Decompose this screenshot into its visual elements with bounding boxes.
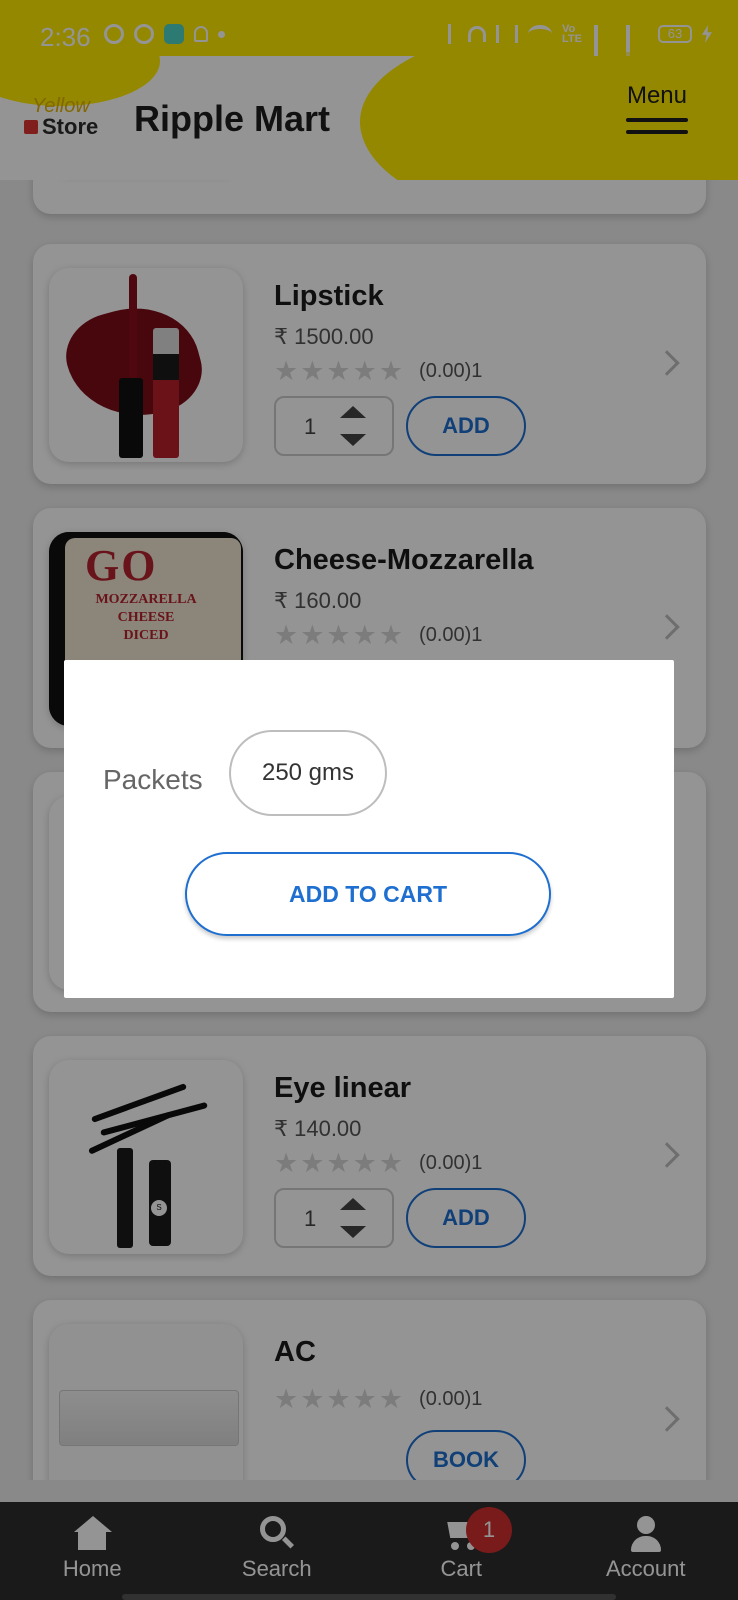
add-to-cart-button[interactable]: ADD TO CART	[185, 852, 551, 936]
variant-option-button[interactable]: 250 gms	[229, 730, 387, 816]
variant-dialog: Packets 250 gms ADD TO CART	[64, 660, 674, 998]
unit-label: Packets	[103, 764, 203, 795]
